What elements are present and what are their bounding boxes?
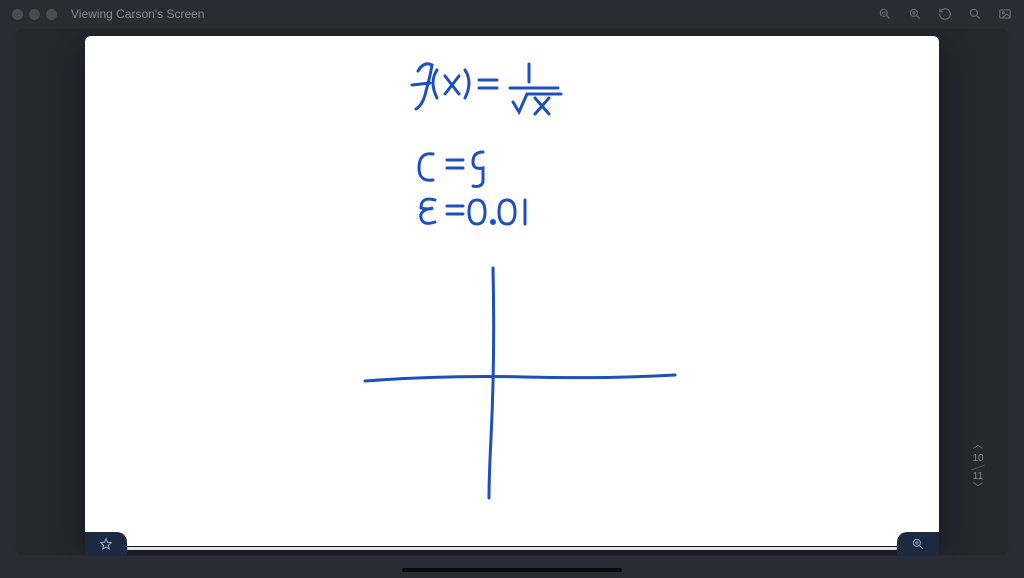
playback-progress[interactable] xyxy=(127,547,897,550)
titlebar-actions xyxy=(878,7,1012,21)
zoom-out-icon[interactable] xyxy=(878,7,892,21)
refresh-icon[interactable] xyxy=(938,7,952,21)
zoom-in-icon[interactable] xyxy=(908,7,922,21)
window-controls xyxy=(12,9,57,20)
page-separator xyxy=(971,465,984,471)
handwriting-c-value xyxy=(419,152,483,187)
zoom-in-icon xyxy=(911,537,925,551)
page-prev[interactable]: ︿ xyxy=(969,439,987,453)
favorite-tab[interactable] xyxy=(85,532,127,556)
whiteboard-canvas[interactable]: f(x) = 1 / √x c = 9 ε = 0.01 xyxy=(85,36,939,546)
star-icon xyxy=(99,537,113,551)
window-title: Viewing Carson's Screen xyxy=(71,7,204,21)
handwriting-function xyxy=(412,64,561,114)
close-window[interactable] xyxy=(12,9,23,20)
page-current: 10 xyxy=(969,453,987,464)
page-counter: ︿ 10 11 ﹀ xyxy=(969,439,987,496)
minimize-window[interactable] xyxy=(29,9,40,20)
titlebar: Viewing Carson's Screen xyxy=(0,0,1024,28)
handwriting-layer xyxy=(85,36,939,546)
page-next[interactable]: ﹀ xyxy=(969,482,987,496)
image-icon[interactable] xyxy=(998,7,1012,21)
page-total: 11 xyxy=(969,471,987,482)
viewer-stage: f(x) = 1 / √x c = 9 ε = 0.01 ︿ 10 11 ﹀ xyxy=(15,28,1009,556)
maximize-window[interactable] xyxy=(46,9,57,20)
zoom-tab[interactable] xyxy=(897,532,939,556)
handwriting-epsilon-value xyxy=(421,199,525,224)
home-indicator xyxy=(402,568,622,572)
handwriting-axes xyxy=(365,268,675,498)
search-icon[interactable] xyxy=(968,7,982,21)
